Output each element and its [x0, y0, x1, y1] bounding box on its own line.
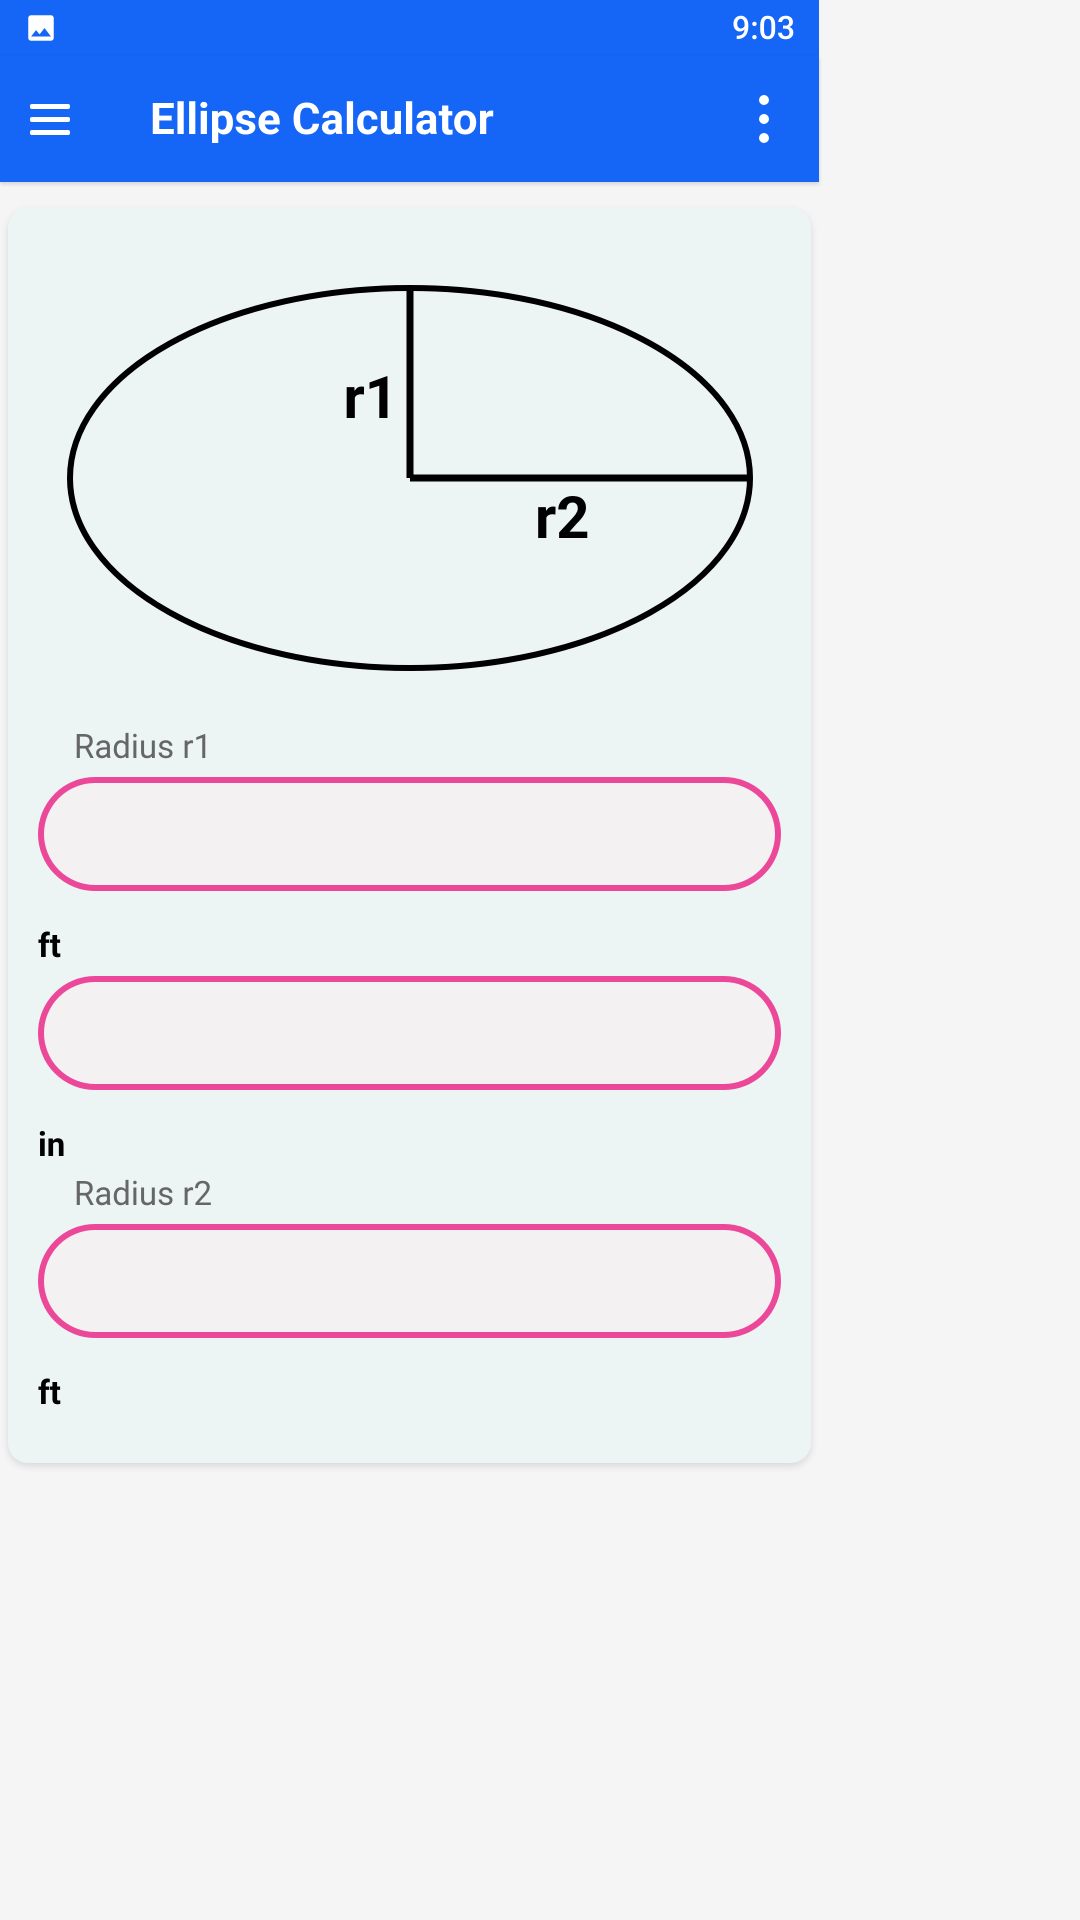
- ft-value-group: [38, 976, 781, 1090]
- app-title: Ellipse Calculator: [150, 93, 494, 145]
- ft-unit-block-2: ft: [38, 1374, 781, 1413]
- ft-label-1: ft: [38, 927, 781, 966]
- ft-label-2: ft: [38, 1374, 781, 1413]
- ft-value-input[interactable]: [38, 976, 781, 1090]
- radius-r1-group: Radius r1: [38, 728, 781, 891]
- radius-r1-label: Radius r1: [74, 728, 781, 767]
- ellipse-svg: r1 r2: [60, 278, 760, 678]
- status-left: [24, 11, 58, 45]
- image-icon: [24, 11, 58, 45]
- in-label-1: in: [38, 1126, 781, 1165]
- r1-label: r1: [343, 365, 398, 433]
- radius-r1-input[interactable]: [38, 777, 781, 891]
- hamburger-menu-icon[interactable]: [30, 104, 70, 135]
- ft-unit-block: ft: [38, 927, 781, 966]
- status-bar: 9:03: [0, 0, 819, 56]
- status-time: 9:03: [732, 9, 795, 47]
- radius-r2-input[interactable]: [38, 1224, 781, 1338]
- ellipse-diagram: r1 r2: [38, 268, 781, 688]
- radius-r2-label: Radius r2: [74, 1175, 781, 1214]
- form-section: Radius r1 ft in Radius r2 ft: [38, 728, 781, 1413]
- content-area: r1 r2 Radius r1 ft in Radius r2: [0, 208, 819, 1463]
- kebab-menu-icon[interactable]: [749, 85, 779, 153]
- in-unit-block: in: [38, 1126, 781, 1165]
- calculator-card: r1 r2 Radius r1 ft in Radius r2: [8, 208, 811, 1463]
- r2-label: r2: [535, 485, 590, 553]
- app-bar: Ellipse Calculator: [0, 56, 819, 182]
- radius-r2-group: Radius r2: [38, 1175, 781, 1338]
